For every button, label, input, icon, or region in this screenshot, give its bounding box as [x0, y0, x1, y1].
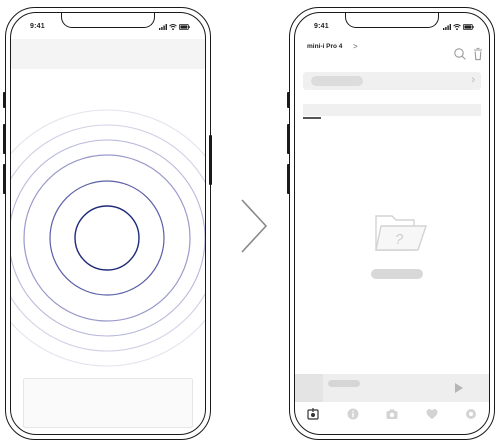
row-placeholder — [311, 76, 363, 86]
folder-question-icon: ? — [375, 215, 427, 251]
player-thumbnail — [295, 374, 323, 402]
chevron-right-icon — [241, 199, 268, 253]
notch — [345, 13, 439, 28]
recordings-icon[interactable] — [306, 407, 320, 421]
bottom-tab-bar — [295, 402, 489, 432]
heart-icon[interactable] — [425, 407, 439, 421]
volume-down-button — [3, 164, 6, 194]
scan-ripple-animation — [11, 71, 205, 381]
mute-switch — [3, 92, 6, 108]
left-status-bar: 9:41 — [11, 13, 205, 39]
player-title-placeholder — [328, 380, 360, 387]
wifi-icon — [453, 24, 461, 30]
power-button — [209, 135, 212, 185]
left-phone-frame: 9:41 — [5, 7, 211, 440]
volume-up-button — [3, 124, 6, 154]
ripple-graphic — [11, 109, 205, 367]
empty-state-label-placeholder — [371, 269, 423, 279]
bottom-panel — [23, 378, 193, 428]
status-icons — [443, 23, 474, 31]
battery-icon — [179, 24, 190, 30]
right-phone-frame: 9:41 mini-i Pro 4 > › ? — [289, 7, 495, 440]
row-chevron-icon: › — [471, 74, 475, 86]
status-time: 9:41 — [314, 23, 329, 30]
signal-icon — [159, 24, 167, 30]
battery-icon — [463, 24, 474, 30]
camera-icon[interactable] — [385, 407, 399, 421]
volume-up-button — [287, 124, 290, 154]
ripple-ring-3 — [23, 154, 191, 322]
device-switch-chevron[interactable]: > — [353, 42, 358, 51]
info-icon[interactable] — [346, 407, 360, 421]
settings-icon[interactable] — [464, 407, 478, 421]
volume-down-button — [287, 164, 290, 194]
right-status-bar: 9:41 — [295, 13, 489, 39]
empty-state-mark: ? — [395, 231, 404, 248]
wifi-icon — [169, 24, 177, 30]
play-icon[interactable] — [455, 383, 463, 393]
device-row[interactable]: › — [303, 72, 481, 90]
left-header-band — [11, 39, 205, 69]
search-icon[interactable] — [453, 47, 467, 61]
filter-tabs[interactable] — [303, 104, 481, 116]
right-phone-screen: 9:41 mini-i Pro 4 > › ? — [294, 12, 490, 435]
mute-switch — [287, 92, 290, 108]
active-tab-indicator — [303, 117, 321, 119]
left-phone-screen: 9:41 — [10, 12, 206, 435]
device-name[interactable]: mini-i Pro 4 — [307, 43, 342, 50]
ripple-core — [74, 205, 140, 271]
mini-player[interactable] — [295, 374, 489, 402]
ripple-ring-5 — [11, 124, 205, 352]
status-icons — [159, 23, 190, 31]
ripple-ring-2 — [49, 180, 165, 296]
ripple-ring-4 — [11, 139, 205, 337]
status-time: 9:41 — [30, 23, 45, 30]
comparison-stage: 9:41 9:41 mini-i Pro 4 > › ? — [0, 0, 500, 446]
signal-icon — [443, 24, 451, 30]
notch — [61, 13, 155, 28]
trash-icon[interactable] — [471, 47, 485, 61]
